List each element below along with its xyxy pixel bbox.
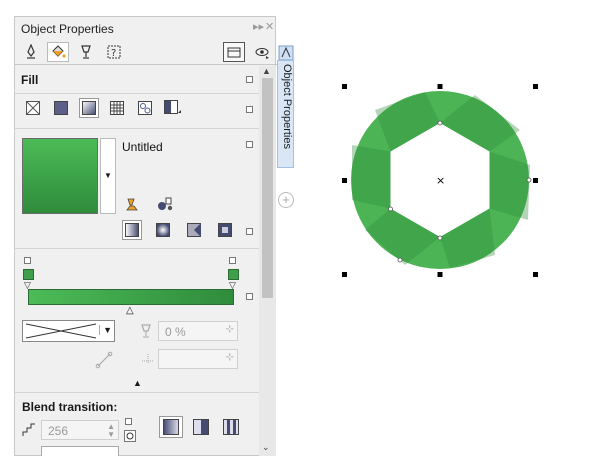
view-options-button[interactable] (251, 42, 273, 62)
gradient-style-toggle[interactable] (246, 228, 253, 235)
side-tab-label: Object Properties (281, 64, 293, 149)
frame-options-button[interactable] (223, 42, 245, 62)
scrollbar-thumb[interactable] (262, 78, 273, 298)
clockwise-blend-icon (193, 419, 209, 435)
chevron-down-icon: ▼ (99, 325, 112, 335)
elliptical-gradient-icon (156, 223, 170, 237)
scroll-down-icon[interactable]: ⌄ (262, 442, 270, 453)
paint-bucket-icon (52, 45, 66, 58)
postscript-fill-button[interactable] (163, 98, 183, 118)
gradient-slider[interactable] (28, 289, 234, 305)
expand-options-icon[interactable]: ▲ (133, 378, 142, 388)
divider (15, 93, 259, 94)
chevron-down-icon: ▼ (104, 171, 112, 180)
pen-outline-icon (27, 44, 35, 59)
summary-icon: ? (107, 45, 121, 59)
node-color-combo[interactable]: ▼ (22, 320, 115, 342)
reverse-gradient-icon[interactable] (95, 349, 115, 369)
divider (15, 128, 259, 129)
conical-fountain-button[interactable] (184, 220, 204, 240)
transparency-glass-icon (81, 45, 91, 59)
docker-tab-icon (278, 45, 294, 61)
slider-icon[interactable]: ⊹ (226, 352, 234, 363)
svg-text:?: ? (111, 48, 116, 59)
blend-transition-label: Blend transition: (22, 400, 118, 414)
node-marker-start[interactable] (24, 257, 31, 264)
docker-scrollbar[interactable]: ▲ ⌄ (259, 66, 276, 456)
spinner-arrows-icon[interactable]: ▲ ▼ (107, 423, 115, 439)
frame-icon (227, 47, 241, 58)
add-docker-icon[interactable]: + (278, 192, 294, 208)
tab-fill[interactable] (47, 42, 69, 62)
linear-blend-button[interactable] (159, 416, 183, 438)
acceleration-field[interactable] (41, 446, 119, 456)
scroll-up-icon[interactable]: ▲ (262, 66, 271, 76)
linear-blend-icon (163, 419, 179, 435)
canvas-object[interactable]: × (330, 70, 550, 290)
transparency-glass-icon (141, 324, 151, 338)
refresh-icon[interactable] (124, 430, 136, 442)
pattern-fill-icon (110, 101, 124, 115)
uniform-fill-icon (54, 101, 68, 115)
save-fill-icon (126, 198, 138, 211)
center-marker-icon[interactable]: × (436, 174, 445, 187)
counterclockwise-blend-button[interactable] (219, 416, 243, 438)
conical-gradient-icon (187, 223, 201, 237)
tab-summary[interactable]: ? (103, 42, 125, 62)
gradient-picker-dropdown[interactable]: ▼ (100, 138, 116, 214)
fill-section-label: Fill (21, 73, 39, 87)
gradient-options-toggle[interactable] (246, 141, 253, 148)
midpoint-slider-icon[interactable]: △ (126, 305, 134, 316)
gradient-slider-toggle[interactable] (246, 293, 253, 300)
close-icon[interactable]: ✕ (265, 20, 274, 33)
divider (15, 392, 259, 393)
gradient-preview-swatch[interactable] (22, 138, 98, 214)
tab-transparency[interactable] (75, 42, 97, 62)
slider-icon[interactable]: ⊹ (226, 324, 234, 335)
node-position-icon (142, 354, 154, 364)
steps-value: 256 (48, 424, 69, 438)
end-color-node[interactable] (228, 269, 239, 280)
lock-steps-checkbox[interactable] (125, 418, 132, 425)
gradient-name: Untitled (122, 140, 163, 154)
texture-fill-icon (138, 101, 152, 115)
fill-types-toggle[interactable] (246, 106, 253, 113)
fill-section-toggle[interactable] (246, 76, 253, 83)
node-position-field[interactable]: ⊹ (158, 349, 238, 369)
no-color-swatch-icon (25, 323, 97, 339)
no-fill-button[interactable] (23, 98, 43, 118)
rectangular-gradient-icon (218, 223, 232, 237)
rectangular-fountain-button[interactable] (215, 220, 235, 240)
fountain-fill-icon (82, 101, 96, 115)
eye-icon (255, 48, 269, 59)
object-properties-docker: Object Properties ▸▸ ✕ ? Fill ▼ Untitled… (14, 16, 277, 456)
fountain-fill-button[interactable] (79, 98, 99, 118)
texture-fill-button[interactable] (135, 98, 155, 118)
save-gradient-button[interactable] (122, 194, 142, 214)
collapse-docker-icon[interactable]: ▸▸ (253, 20, 264, 33)
start-color-node[interactable] (23, 269, 34, 280)
node-transparency-value: 0 % (165, 325, 186, 339)
elliptical-fountain-button[interactable] (153, 220, 173, 240)
counterclockwise-blend-icon (223, 419, 239, 435)
docker-content: Fill ▼ Untitled ▽ ▽ △ ▼ 0 % ⊹ ⊹ ▲ Blend … (15, 66, 259, 456)
node-transparency-field[interactable]: 0 % ⊹ (158, 321, 238, 341)
linear-fountain-button[interactable] (122, 220, 142, 240)
no-fill-icon (26, 101, 40, 115)
docker-tabs: ? (15, 39, 277, 65)
uniform-fill-button[interactable] (51, 98, 71, 118)
node-marker-end[interactable] (229, 257, 236, 264)
clockwise-blend-button[interactable] (189, 416, 213, 438)
linear-gradient-icon (125, 223, 139, 237)
share-fill-icon (158, 197, 173, 211)
tab-outline[interactable] (20, 42, 42, 62)
steps-icon (22, 423, 35, 436)
docker-title: Object Properties (21, 22, 114, 36)
steps-field[interactable]: 256 ▲ ▼ (41, 420, 119, 440)
postscript-fill-icon (164, 100, 181, 114)
pattern-fill-button[interactable] (107, 98, 127, 118)
divider (15, 248, 259, 249)
share-gradient-button[interactable] (155, 194, 175, 214)
docker-titlebar: Object Properties ▸▸ ✕ (15, 17, 277, 39)
